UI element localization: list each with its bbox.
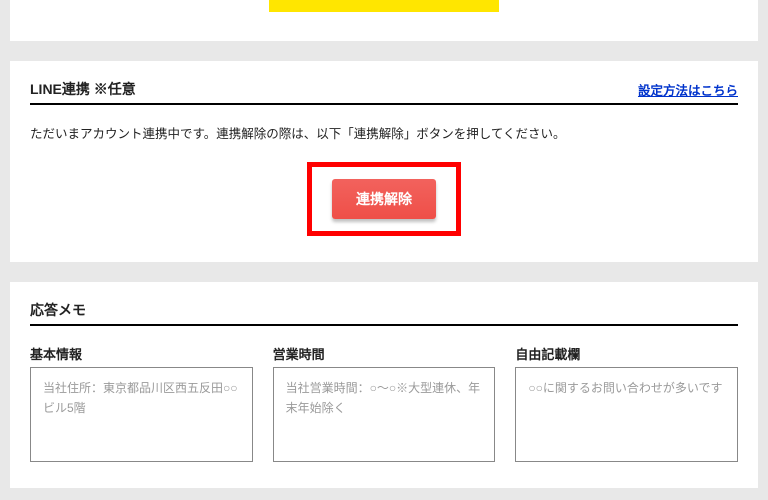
unlink-highlight-box: 連携解除 xyxy=(307,162,461,236)
line-section-title: LINE連携 ※任意 xyxy=(30,79,136,99)
memo-input-basic[interactable]: 当社住所：東京都品川区西五反田○○ビル5階 xyxy=(30,367,253,462)
top-card xyxy=(10,0,758,41)
line-section-header: LINE連携 ※任意 設定方法はこちら xyxy=(30,79,738,105)
memo-label-basic: 基本情報 xyxy=(30,344,253,363)
line-link-card: LINE連携 ※任意 設定方法はこちら ただいまアカウント連携中です。連携解除の… xyxy=(10,61,758,262)
yellow-bar-remnant xyxy=(269,0,499,12)
memo-label-free: 自由記載欄 xyxy=(515,344,738,363)
memo-columns: 基本情報 当社住所：東京都品川区西五反田○○ビル5階 営業時間 当社営業時間：○… xyxy=(30,344,738,462)
memo-section-title: 応答メモ xyxy=(30,300,738,326)
unlink-button[interactable]: 連携解除 xyxy=(332,179,436,219)
memo-label-hours: 営業時間 xyxy=(273,344,496,363)
unlink-area: 連携解除 xyxy=(30,162,738,236)
memo-input-hours[interactable]: 当社営業時間：○～○※大型連休、年末年始除く xyxy=(273,367,496,462)
memo-col-free: 自由記載欄 ○○に関するお問い合わせが多いです xyxy=(515,344,738,462)
line-section-description: ただいまアカウント連携中です。連携解除の際は、以下「連携解除」ボタンを押してくだ… xyxy=(30,123,738,142)
memo-col-hours: 営業時間 当社営業時間：○～○※大型連休、年末年始除く xyxy=(273,344,496,462)
memo-input-free[interactable]: ○○に関するお問い合わせが多いです xyxy=(515,367,738,462)
memo-col-basic: 基本情報 当社住所：東京都品川区西五反田○○ビル5階 xyxy=(30,344,253,462)
help-link[interactable]: 設定方法はこちら xyxy=(638,80,738,99)
response-memo-card: 応答メモ 基本情報 当社住所：東京都品川区西五反田○○ビル5階 営業時間 当社営… xyxy=(10,282,758,488)
